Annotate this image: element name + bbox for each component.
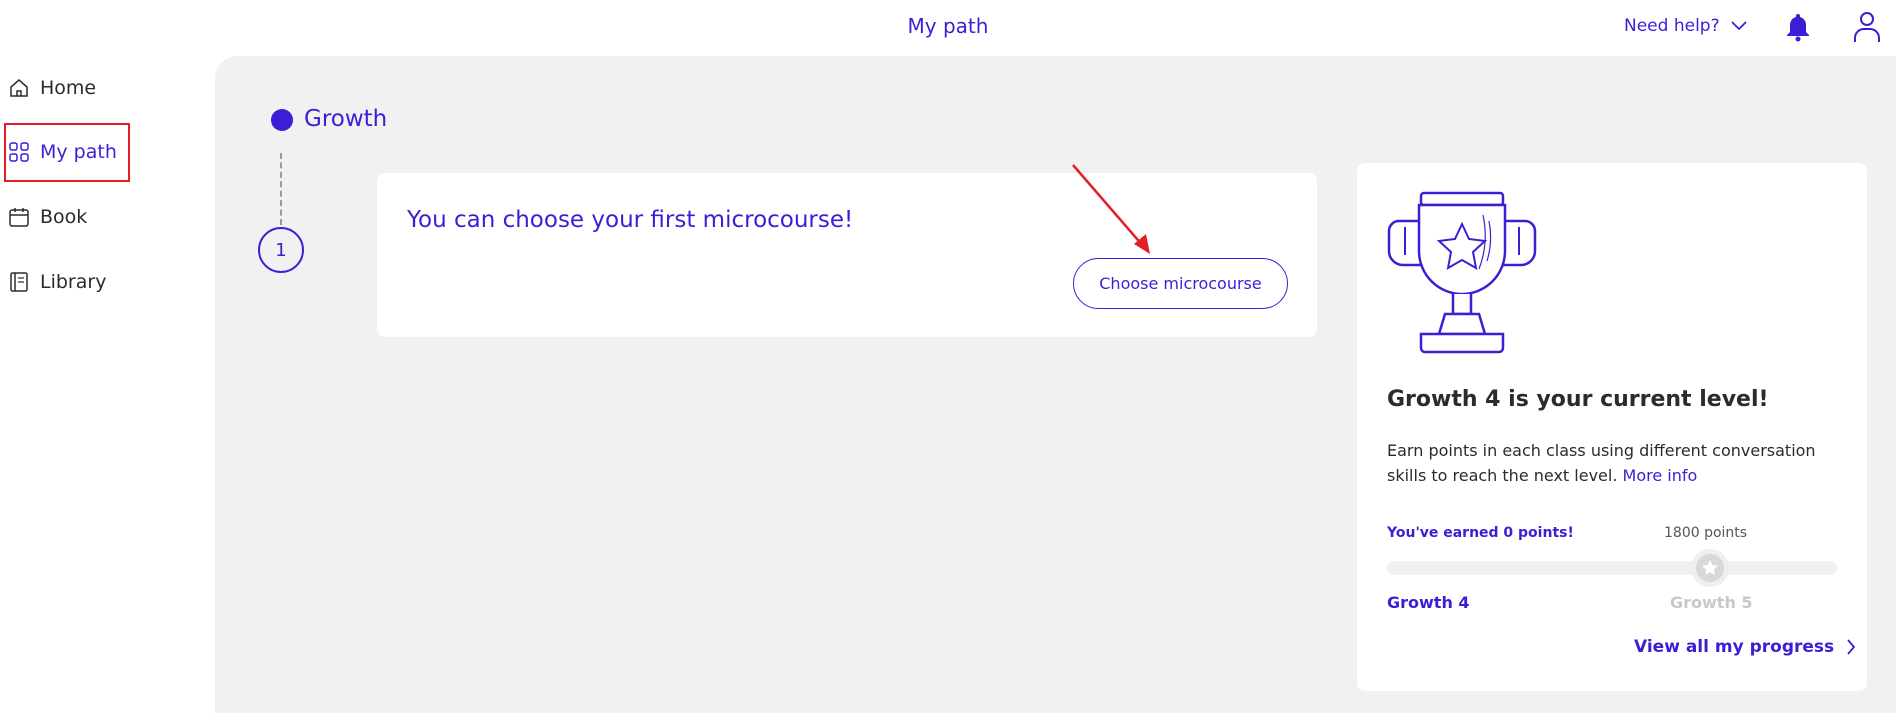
top-bar: My path Need help? <box>0 0 1896 56</box>
chevron-right-icon <box>1847 639 1856 655</box>
next-level-label: Growth 5 <box>1670 593 1753 612</box>
sidebar-item-label: Book <box>40 206 88 228</box>
user-icon[interactable] <box>1852 11 1882 43</box>
sidebar-item-home[interactable]: Home <box>8 70 96 106</box>
view-progress-link[interactable]: View all my progress <box>1634 637 1856 657</box>
sidebar-item-label: Home <box>40 77 97 99</box>
step-number-badge: 1 <box>258 227 304 273</box>
growth-section-label: Growth <box>304 106 388 132</box>
trophy-icon <box>1387 191 1537 354</box>
book-icon <box>10 272 28 292</box>
home-icon <box>10 79 28 97</box>
annotation-arrow-icon <box>1072 164 1150 254</box>
growth-section-dot <box>271 109 293 131</box>
star-icon <box>1691 549 1729 587</box>
current-level-label: Growth 4 <box>1387 593 1470 612</box>
calendar-icon <box>9 208 29 227</box>
points-goal: 1800 points <box>1664 525 1748 541</box>
level-title: Growth 4 is your current level! <box>1387 387 1769 412</box>
sidebar-item-book[interactable]: Book <box>8 199 87 235</box>
sidebar-item-library[interactable]: Library <box>8 264 106 300</box>
chevron-down-icon <box>1730 21 1747 31</box>
microcourse-card-title: You can choose your first microcourse! <box>407 207 854 233</box>
level-description: Earn points in each class using differen… <box>1387 438 1847 488</box>
sidebar-item-label: Library <box>40 271 107 293</box>
need-help-label: Need help? <box>1624 16 1720 36</box>
level-card: Growth 4 is your current level! Earn poi… <box>1357 163 1867 691</box>
level-description-text: Earn points in each class using differen… <box>1387 441 1816 485</box>
progress-bar <box>1387 561 1837 575</box>
annotation-highlight-box <box>4 123 130 182</box>
more-info-link[interactable]: More info <box>1623 466 1698 485</box>
view-progress-label: View all my progress <box>1634 637 1835 657</box>
need-help-dropdown[interactable]: Need help? <box>1624 16 1748 36</box>
page-title: My path <box>907 14 989 38</box>
earned-points: You've earned 0 points! <box>1387 525 1574 541</box>
microcourse-card: You can choose your first microcourse! C… <box>377 173 1317 337</box>
path-connector <box>280 153 282 225</box>
bell-icon[interactable] <box>1783 12 1813 42</box>
choose-microcourse-button[interactable]: Choose microcourse <box>1073 258 1288 309</box>
